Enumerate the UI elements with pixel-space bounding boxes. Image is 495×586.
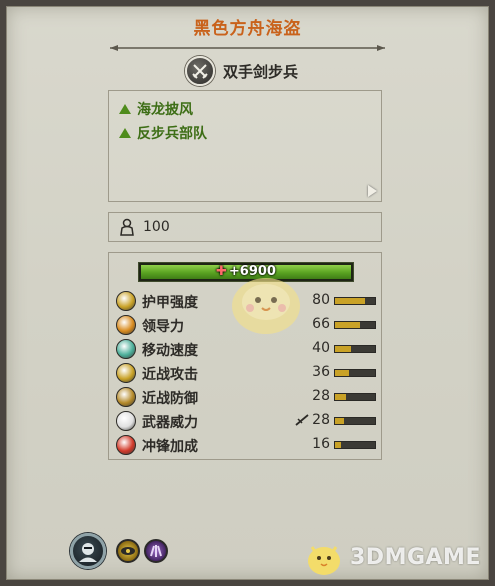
soldier-icon — [120, 218, 134, 236]
stat-row[interactable]: 冲锋加成 16 — [114, 434, 376, 456]
watermark-logo: 3DMGAME — [302, 537, 481, 577]
stat-bar-fill — [335, 418, 344, 424]
ability-sea-dragon-cloak[interactable]: 海龙披风 — [119, 99, 193, 119]
unit-header: 双手剑步兵 — [185, 55, 298, 87]
stat-row[interactable]: 护甲强度 80 — [114, 290, 376, 312]
watermark-mascot-icon — [308, 546, 340, 575]
stat-label: 护甲强度 — [142, 295, 198, 311]
stat-label: 冲锋加成 — [142, 439, 198, 455]
stat-bar-fill — [335, 442, 341, 448]
stat-row[interactable]: 近战攻击 36 — [114, 362, 376, 384]
stat-label: 近战防御 — [142, 391, 198, 407]
speed-icon — [116, 339, 136, 359]
stat-value: 36 — [312, 364, 330, 380]
unit-name: 双手剑步兵 — [223, 62, 299, 81]
armor-icon — [116, 291, 136, 311]
stat-row[interactable]: 近战防御 28 — [114, 386, 376, 408]
ability-label: 反步兵部队 — [137, 126, 207, 142]
stat-value: 80 — [312, 292, 330, 308]
stat-bar-fill — [335, 370, 349, 376]
unit-size-count: 100 — [143, 219, 170, 235]
stat-value: 66 — [312, 316, 330, 332]
stat-value: 40 — [312, 340, 330, 356]
ability-anti-infantry[interactable]: 反步兵部队 — [119, 123, 207, 143]
abilities-expand-arrow[interactable] — [368, 185, 377, 197]
stat-bar — [334, 321, 376, 329]
faction-title: 黑色方舟海盗 — [193, 19, 302, 39]
stat-bar-fill — [335, 346, 351, 352]
stat-bar-fill — [335, 298, 365, 304]
watermark-text: 3DMGAME — [350, 544, 481, 570]
purple-claw-icon[interactable] — [144, 539, 168, 563]
stat-value: 28 — [312, 412, 330, 428]
weapon-strength-icon — [116, 411, 136, 431]
leadership-icon — [116, 315, 136, 335]
stat-value: 16 — [312, 436, 330, 452]
stat-label: 武器威力 — [142, 415, 198, 431]
stat-label: 移动速度 — [142, 343, 198, 359]
green-triangle-icon — [119, 128, 131, 138]
crossed-swords-icon — [185, 56, 215, 86]
ability-label: 海龙披风 — [137, 102, 193, 118]
stat-row[interactable]: 移动速度 40 — [114, 338, 376, 360]
armour-piercing-icon — [295, 414, 309, 426]
stat-bar — [334, 345, 376, 353]
stat-row[interactable]: 武器威力 28 — [114, 410, 376, 432]
stat-row[interactable]: 领导力 66 — [114, 314, 376, 336]
commander-portrait-icon[interactable] — [70, 533, 106, 569]
stat-value: 28 — [312, 388, 330, 404]
green-triangle-icon — [119, 104, 131, 114]
title-divider — [110, 45, 385, 51]
stat-bar — [334, 297, 376, 305]
unit-size-box: 100 — [108, 212, 382, 242]
stat-label: 近战攻击 — [142, 367, 198, 383]
stat-bar — [334, 393, 376, 401]
melee-defence-icon — [116, 387, 136, 407]
melee-attack-icon — [116, 363, 136, 383]
stat-bar-fill — [335, 394, 346, 400]
stat-bar — [334, 369, 376, 377]
stat-bar — [334, 441, 376, 449]
charge-bonus-icon — [116, 435, 136, 455]
stat-bar-fill — [335, 322, 360, 328]
unit-card-frame: 黑色方舟海盗 双手剑步兵 海龙披风 反步兵部队 100 ✚ +6900 护甲强度… — [0, 0, 495, 586]
eye-icon[interactable] — [116, 539, 140, 563]
abilities-panel: 海龙披风 反步兵部队 — [108, 90, 382, 202]
stat-label: 领导力 — [142, 319, 184, 335]
stat-bar — [334, 417, 376, 425]
